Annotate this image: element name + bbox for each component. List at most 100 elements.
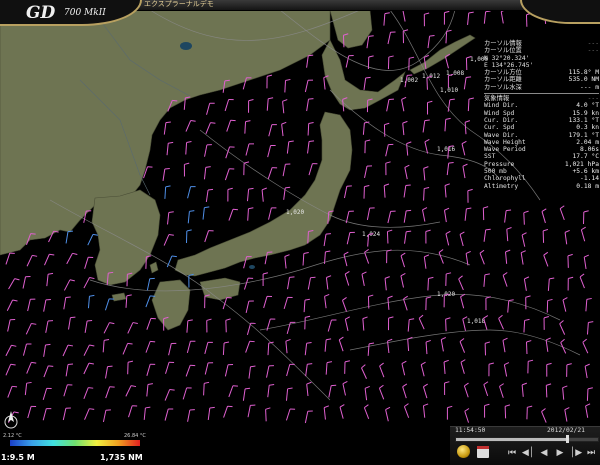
wind-barb (307, 123, 310, 136)
wind-barb (203, 383, 205, 396)
wind-barb-flag (368, 35, 374, 37)
weather-key: Cur. Dir. (484, 116, 519, 124)
wind-barb-flag (10, 363, 16, 366)
wind-barb-flag (288, 140, 294, 143)
weather-row: Altimetry 0.18 m (484, 183, 599, 190)
wind-barb-flag (190, 120, 196, 122)
wind-barb-flag (171, 255, 177, 258)
cursor-distance-label: カーソル距離 (484, 76, 522, 84)
wind-barb (222, 343, 225, 356)
wind-barb-flag (31, 361, 37, 364)
wind-barb-flag (307, 363, 313, 365)
weather-key: Wind Dir. (484, 102, 519, 110)
wind-barb-flag (210, 122, 216, 124)
weather-value: 1,021 hPa (564, 160, 599, 168)
wind-barb-flag (429, 35, 435, 37)
wind-barb-flag (405, 184, 411, 187)
weather-key: 500 mb (484, 168, 507, 176)
weather-row: Wave Dir. 179.1 °T (484, 132, 599, 139)
wind-barb-flag (506, 209, 512, 212)
play-back-icon[interactable]: ◀ (538, 446, 550, 460)
isobar-label: 1,018 (467, 318, 485, 325)
wind-barb-flag (448, 161, 454, 164)
wind-barb-flag (269, 384, 275, 386)
cursor-depth-label: カーソル水深 (484, 83, 522, 91)
weather-key: Altimetry (484, 182, 519, 190)
wind-barb-flag (424, 119, 430, 122)
step-forward-icon[interactable]: │▶ (570, 446, 582, 460)
timeline-slider[interactable] (455, 435, 599, 443)
playback-time: 11:54:50 (455, 427, 486, 434)
weather-value: 2.04 m (576, 138, 599, 146)
weather-key: Chlorophyll (484, 175, 526, 183)
compass-north-icon[interactable] (4, 410, 18, 430)
weather-key: Wave Height (484, 138, 526, 146)
chart-scale: 1:9.5 M (1, 453, 35, 462)
isobar-label: 1,010 (440, 87, 458, 94)
wind-barb (265, 409, 267, 422)
isobar-label: 1,020 (286, 209, 304, 216)
range-distance: 1,735 NM (100, 453, 143, 462)
section-header: 気象情報 (484, 95, 510, 103)
wind-barb (523, 212, 525, 225)
weather-value: -1.14 (580, 175, 599, 183)
weather-row: Pressure 1,021 hPa (484, 161, 599, 168)
wind-barb (586, 388, 589, 401)
wind-barb-flag (88, 387, 94, 389)
weather-row: Wind Spd 15.9 kn (484, 110, 599, 117)
wind-barb-flag (325, 233, 331, 235)
step-back-icon[interactable]: ◀│ (522, 446, 534, 460)
wind-barb (427, 278, 430, 291)
wind-barb (426, 77, 428, 90)
window-title: エクスプラーナルデモ (144, 0, 214, 8)
wind-barb (467, 99, 470, 112)
wind-barb-flag (207, 188, 214, 191)
cursor-position-label: カーソル位置 (484, 47, 522, 55)
weather-row: Wave Height 2.04 m (484, 139, 599, 146)
chart-viewer-window: 1,000 1,010 1,012 1,008 1,016 1,002 1,02… (0, 0, 600, 465)
brand-logo: GD (26, 3, 56, 23)
latitude-value: N 32°20.324' (484, 54, 530, 62)
calendar-icon[interactable] (477, 446, 489, 458)
wind-barb-flag (45, 343, 51, 346)
weather-row: Chlorophyll -1.14 (484, 175, 599, 182)
wind-barb-flag (164, 167, 170, 170)
skip-forward-icon[interactable]: ⏭ (585, 446, 597, 460)
wind-barb-flag (89, 408, 95, 410)
wind-barb-flag (165, 121, 171, 124)
wind-barb-flag (449, 98, 455, 101)
sst-colorbar (10, 440, 140, 446)
cursor-distance-value: 535.0 NM (568, 76, 599, 84)
isobar-label: 1,002 (400, 77, 418, 84)
wind-barb-flag (67, 363, 74, 365)
weather-row: Wind Dir. 4.0 °T (484, 102, 599, 109)
weather-value: 4.0 °T (576, 102, 599, 110)
weather-row: Cur. Spd 0.3 kn (484, 124, 599, 131)
weather-value: 0.18 m (576, 182, 599, 190)
weather-key: Wave Period (484, 146, 526, 154)
weather-value: 17.7 °C (572, 153, 599, 161)
wind-barb-flag (406, 209, 412, 212)
play-icon[interactable]: ▶ (554, 446, 566, 460)
wind-barb-flag (169, 388, 175, 391)
cursor-bearing-value: 115.8° M (568, 69, 599, 77)
wind-barb-flag (308, 140, 315, 142)
wind-barb-flag (466, 76, 472, 78)
weather-row: SST 17.7 °C (484, 153, 599, 160)
weather-row: 500 mb +5.6 km (484, 168, 599, 175)
weather-row: Cur. Dir. 133.1 °T (484, 117, 599, 124)
wind-barb-flag (224, 79, 230, 82)
playback-date: 2012/02/21 (547, 427, 585, 434)
colorbar-min-label: 2.12 °C (3, 433, 22, 439)
weather-key: SST (484, 153, 496, 161)
weather-value: +5.6 km (572, 168, 599, 176)
colorbar-max-label: 26.84 °C (124, 433, 146, 439)
wind-barb (523, 320, 526, 333)
weather-key: Wind Spd (484, 109, 515, 117)
weather-value: 179.1 °T (568, 131, 599, 139)
globe-icon[interactable] (457, 445, 470, 458)
wind-barb-flag (172, 99, 178, 102)
wind-barb-flag (48, 365, 54, 367)
skip-back-icon[interactable]: ⏮ (506, 446, 518, 460)
timeline-knob[interactable] (565, 435, 569, 443)
